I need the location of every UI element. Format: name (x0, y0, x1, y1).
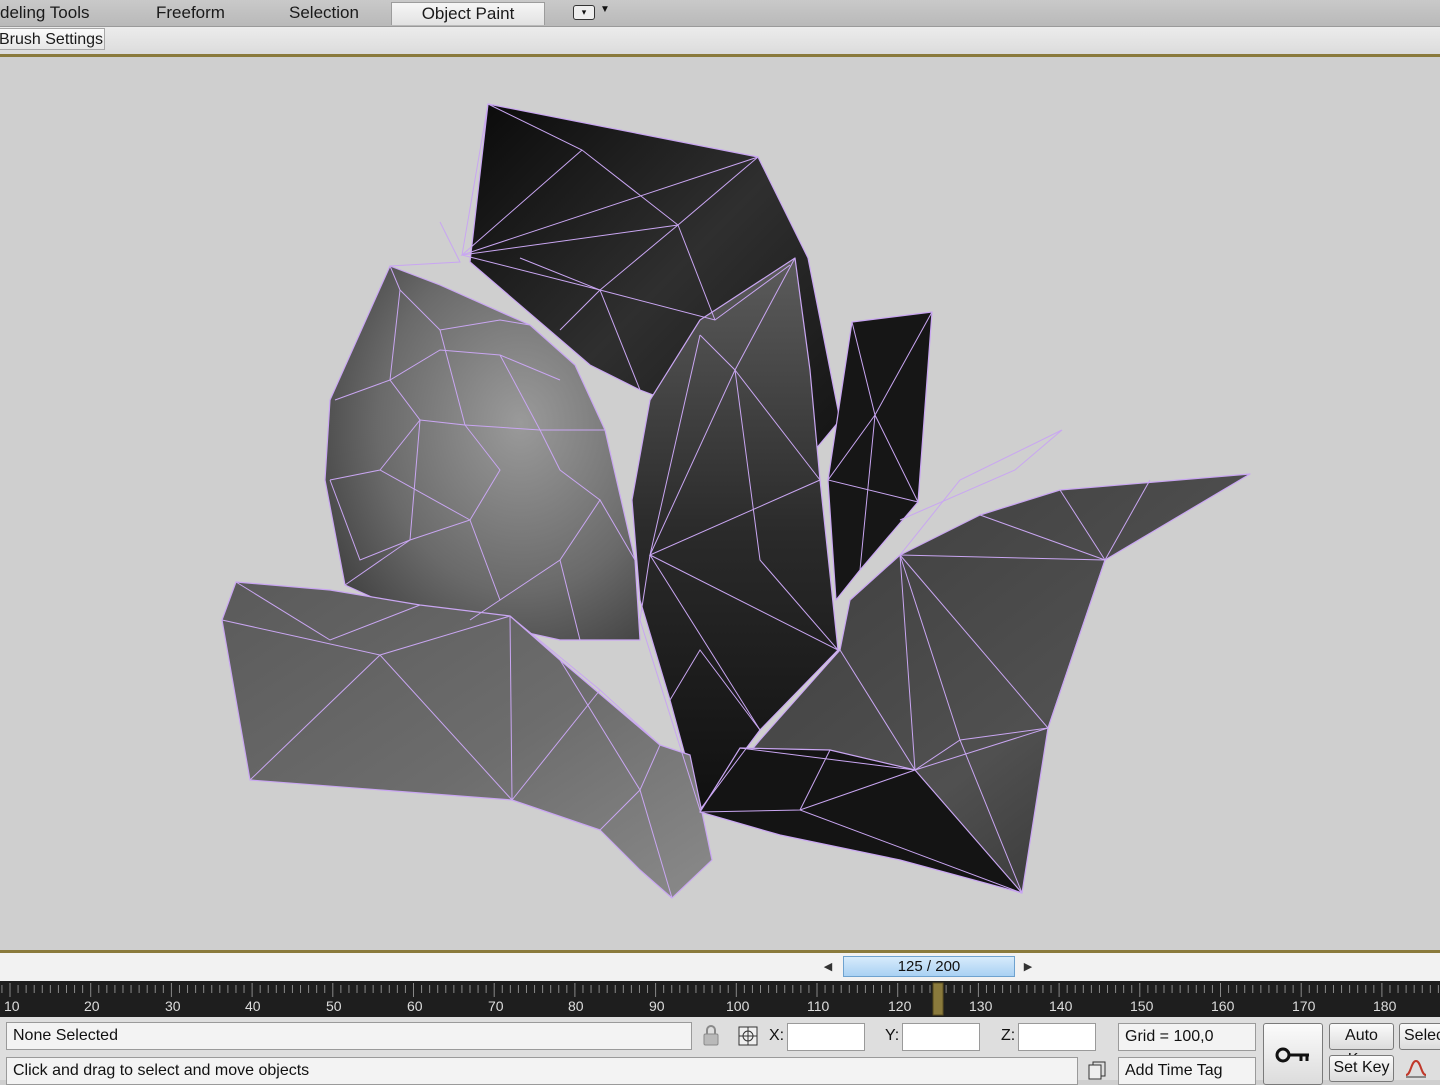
track-tick-label: 140 (1049, 998, 1073, 1014)
time-slider-thumb[interactable]: 125 / 200 (843, 956, 1015, 977)
z-label: Z: (1001, 1027, 1016, 1044)
x-label: X: (769, 1027, 785, 1044)
track-tick-label: 120 (888, 998, 912, 1014)
key-icon (1275, 1047, 1309, 1063)
track-tick-label: 50 (326, 998, 342, 1014)
y-coordinate-input[interactable] (902, 1023, 980, 1051)
chevron-down-icon: ▼ (600, 4, 610, 15)
prompt-line: Click and drag to select and move object… (6, 1057, 1078, 1085)
track-tick-label: 180 (1373, 998, 1397, 1014)
time-tag-icon[interactable] (1087, 1060, 1109, 1080)
track-tick-label: 170 (1292, 998, 1316, 1014)
x-coordinate-input[interactable] (787, 1023, 865, 1051)
track-tick-label: 150 (1130, 998, 1154, 1014)
tab-modeling-tools[interactable]: deling Tools (0, 2, 110, 24)
y-label: Y: (885, 1027, 900, 1044)
tab-object-paint[interactable]: Object Paint (391, 2, 545, 25)
tab-freeform[interactable]: Freeform (156, 2, 236, 24)
set-key-button[interactable]: Set Key (1329, 1055, 1394, 1082)
track-tick-label: 80 (568, 998, 584, 1014)
lock-icon[interactable] (701, 1025, 721, 1047)
time-prev-arrow-icon[interactable]: ◀ (819, 957, 837, 977)
status-bar: None Selected Click and drag to select a… (0, 1017, 1440, 1085)
set-keys-button[interactable] (1263, 1023, 1323, 1085)
ribbon-panel-bar: Brush Settings (0, 27, 1440, 54)
time-next-arrow-icon[interactable]: ▶ (1019, 957, 1037, 977)
track-tick-label: 70 (488, 998, 504, 1014)
track-tick-label: 160 (1211, 998, 1235, 1014)
track-tick-label: 10 (4, 998, 20, 1014)
curve-editor-icon[interactable] (1403, 1057, 1429, 1081)
auto-key-button[interactable]: Auto Key (1329, 1023, 1394, 1068)
track-tick-label: 110 (807, 998, 830, 1014)
track-tick-label: 130 (969, 998, 993, 1014)
trackbar[interactable]: 10 20 30 40 50 60 70 80 90 100 110 120 1… (0, 981, 1440, 1017)
track-tick-label: 20 (84, 998, 100, 1014)
tab-selection[interactable]: Selection (289, 2, 369, 24)
add-time-tag-button[interactable]: Add Time Tag (1118, 1057, 1256, 1085)
time-slider-bar: ◀ 125 / 200 ▶ (0, 953, 1440, 981)
ribbon-tab-bar: deling Tools Freeform Selection Object P… (0, 0, 1440, 27)
perspective-viewport[interactable] (0, 57, 1440, 950)
track-tick-label: 60 (407, 998, 423, 1014)
brush-settings-button[interactable]: Brush Settings (0, 28, 105, 50)
ribbon-options-dropdown[interactable]: ▾ ▼ (573, 4, 611, 20)
leaf-mesh-object[interactable] (221, 103, 1251, 899)
track-tick-label: 40 (245, 998, 261, 1014)
absolute-mode-transform-icon[interactable] (736, 1024, 760, 1048)
track-tick-label: 100 (726, 998, 750, 1014)
viewport-scene (221, 103, 1251, 899)
track-tick-label: 30 (165, 998, 181, 1014)
selection-status-field: None Selected (6, 1022, 692, 1050)
track-tick-label: 90 (649, 998, 665, 1014)
z-coordinate-input[interactable] (1018, 1023, 1096, 1051)
selected-filter-button[interactable]: Selec (1399, 1023, 1440, 1050)
grid-size-display: Grid = 100,0 (1118, 1023, 1256, 1051)
current-frame-marker[interactable] (932, 982, 944, 1016)
ribbon-options-icon: ▾ (573, 5, 595, 20)
